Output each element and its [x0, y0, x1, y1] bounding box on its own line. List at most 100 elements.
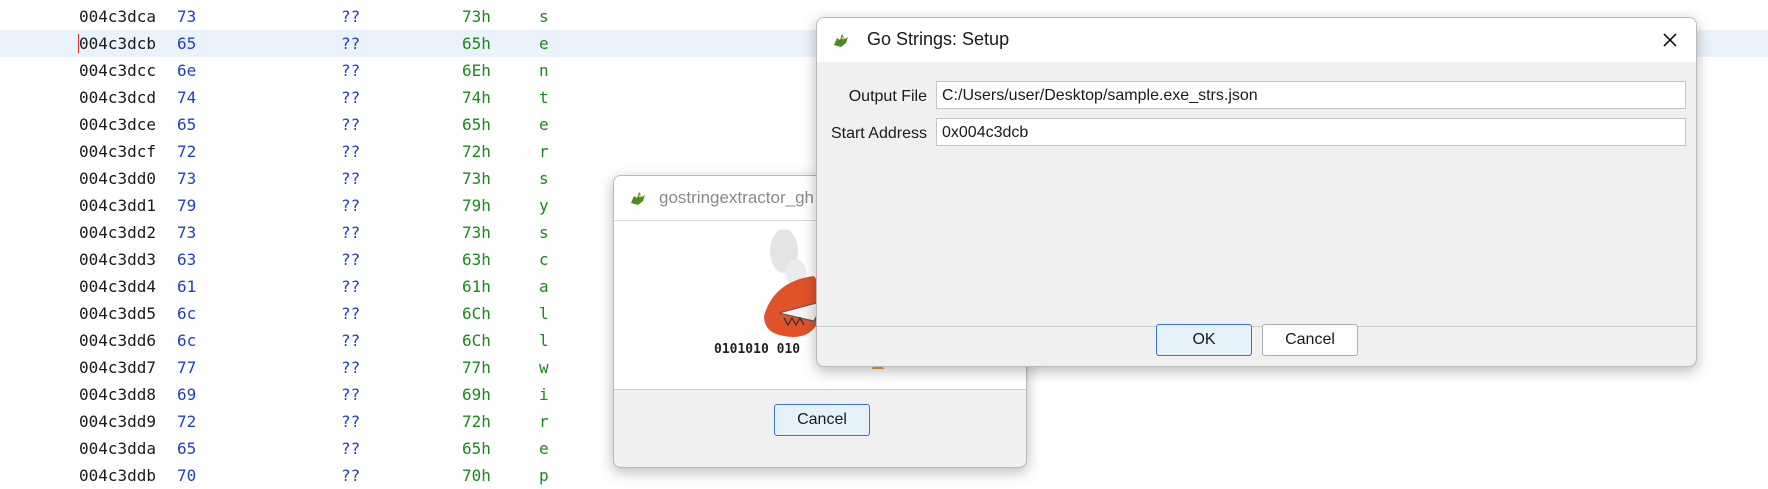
- datatype-cell: ??: [341, 61, 361, 80]
- address-cell: 004c3dce: [79, 115, 157, 134]
- datatype-cell: ??: [341, 34, 361, 53]
- address-cell: 004c3dd0: [79, 169, 157, 188]
- byte-cell: 61: [177, 277, 197, 296]
- output-file-label: Output File: [848, 88, 927, 105]
- byte-cell: 69: [177, 385, 197, 404]
- hex-value-cell: 73h: [462, 223, 491, 242]
- ascii-cell: c: [539, 250, 549, 269]
- ascii-cell: a: [539, 277, 549, 296]
- datatype-cell: ??: [341, 466, 361, 485]
- ascii-cell: t: [539, 88, 549, 107]
- ascii-cell: s: [539, 169, 549, 188]
- byte-cell: 65: [177, 115, 197, 134]
- address-cell: 004c3dd3: [79, 250, 157, 269]
- close-icon[interactable]: [1658, 28, 1682, 52]
- address-cell: 004c3dd5: [79, 304, 157, 323]
- byte-cell: 63: [177, 250, 197, 269]
- byte-cell: 77: [177, 358, 197, 377]
- datatype-cell: ??: [341, 223, 361, 242]
- datatype-cell: ??: [341, 169, 361, 188]
- output-file-field[interactable]: C:/Users/user/Desktop/sample.exe_strs.js…: [936, 81, 1686, 109]
- hex-value-cell: 65h: [462, 439, 491, 458]
- address-cell: 004c3dd9: [79, 412, 157, 431]
- hex-value-cell: 73h: [462, 169, 491, 188]
- setup-dialog: Go Strings: Setup Output File C:/Users/u…: [816, 17, 1697, 367]
- ascii-cell: s: [539, 7, 549, 26]
- datatype-cell: ??: [341, 358, 361, 377]
- ascii-cell: r: [539, 142, 549, 161]
- byte-cell: 6e: [177, 61, 197, 80]
- byte-cell: 70: [177, 466, 197, 485]
- ascii-cell: s: [539, 223, 549, 242]
- setup-dialog-titlebar[interactable]: Go Strings: Setup: [817, 18, 1696, 62]
- hex-value-cell: 65h: [462, 34, 491, 53]
- ascii-cell: e: [539, 439, 549, 458]
- dragon-app-icon: [834, 34, 848, 47]
- address-cell: 004c3dd1: [79, 196, 157, 215]
- address-cell: 004c3dd8: [79, 385, 157, 404]
- ascii-cell: l: [539, 304, 549, 323]
- ascii-cell: n: [539, 61, 549, 80]
- address-cell: 004c3dcc: [79, 61, 157, 80]
- datatype-cell: ??: [341, 304, 361, 323]
- byte-cell: 65: [177, 439, 197, 458]
- datatype-cell: ??: [341, 277, 361, 296]
- address-cell: 004c3dd7: [79, 358, 157, 377]
- ok-button[interactable]: OK: [1156, 324, 1252, 356]
- address-cell: 004c3dcb: [79, 34, 157, 53]
- ascii-cell: r: [539, 412, 549, 431]
- dragon-app-icon: [631, 192, 645, 205]
- byte-cell: 72: [177, 412, 197, 431]
- ascii-cell: i: [539, 385, 549, 404]
- ascii-cell: y: [539, 196, 549, 215]
- byte-cell: 74: [177, 88, 197, 107]
- hex-value-cell: 6Eh: [462, 61, 491, 80]
- datatype-cell: ??: [341, 250, 361, 269]
- datatype-cell: ??: [341, 7, 361, 26]
- setup-form: Output File C:/Users/user/Desktop/sample…: [817, 62, 1696, 327]
- address-cell: 004c3dcd: [79, 88, 157, 107]
- hex-value-cell: 79h: [462, 196, 491, 215]
- ascii-cell: e: [539, 34, 549, 53]
- byte-cell: 65: [177, 34, 197, 53]
- hex-value-cell: 72h: [462, 142, 491, 161]
- byte-cell: 73: [177, 223, 197, 242]
- ascii-cell: w: [539, 358, 549, 377]
- byte-cell: 6c: [177, 331, 197, 350]
- ascii-cell: l: [539, 331, 549, 350]
- datatype-cell: ??: [341, 196, 361, 215]
- address-cell: 004c3dca: [79, 7, 157, 26]
- splash-binary-text: 0101010 010: [714, 342, 800, 357]
- progress-cancel-button[interactable]: Cancel: [774, 404, 870, 436]
- datatype-cell: ??: [341, 331, 361, 350]
- address-cell: 004c3dcf: [79, 142, 157, 161]
- byte-cell: 79: [177, 196, 197, 215]
- datatype-cell: ??: [341, 88, 361, 107]
- hex-value-cell: 6Ch: [462, 304, 491, 323]
- hex-value-cell: 77h: [462, 358, 491, 377]
- hex-value-cell: 70h: [462, 466, 491, 485]
- hex-value-cell: 65h: [462, 115, 491, 134]
- hex-value-cell: 74h: [462, 88, 491, 107]
- address-cell: 004c3dd2: [79, 223, 157, 242]
- hex-value-cell: 72h: [462, 412, 491, 431]
- address-cell: 004c3ddb: [79, 466, 157, 485]
- address-cell: 004c3dd6: [79, 331, 157, 350]
- start-address-field[interactable]: 0x004c3dcb: [936, 118, 1686, 146]
- ascii-cell: e: [539, 115, 549, 134]
- cancel-button[interactable]: Cancel: [1262, 324, 1358, 356]
- byte-cell: 73: [177, 7, 197, 26]
- hex-value-cell: 63h: [462, 250, 491, 269]
- hex-value-cell: 69h: [462, 385, 491, 404]
- ascii-cell: p: [539, 466, 549, 485]
- datatype-cell: ??: [341, 385, 361, 404]
- hex-value-cell: 6Ch: [462, 331, 491, 350]
- address-cell: 004c3dda: [79, 439, 157, 458]
- setup-dialog-title: Go Strings: Setup: [867, 29, 1010, 49]
- datatype-cell: ??: [341, 412, 361, 431]
- byte-cell: 6c: [177, 304, 197, 323]
- text-cursor: [78, 34, 79, 53]
- datatype-cell: ??: [341, 115, 361, 134]
- hex-value-cell: 61h: [462, 277, 491, 296]
- progress-dialog-title: gostringextractor_gh: [659, 188, 814, 207]
